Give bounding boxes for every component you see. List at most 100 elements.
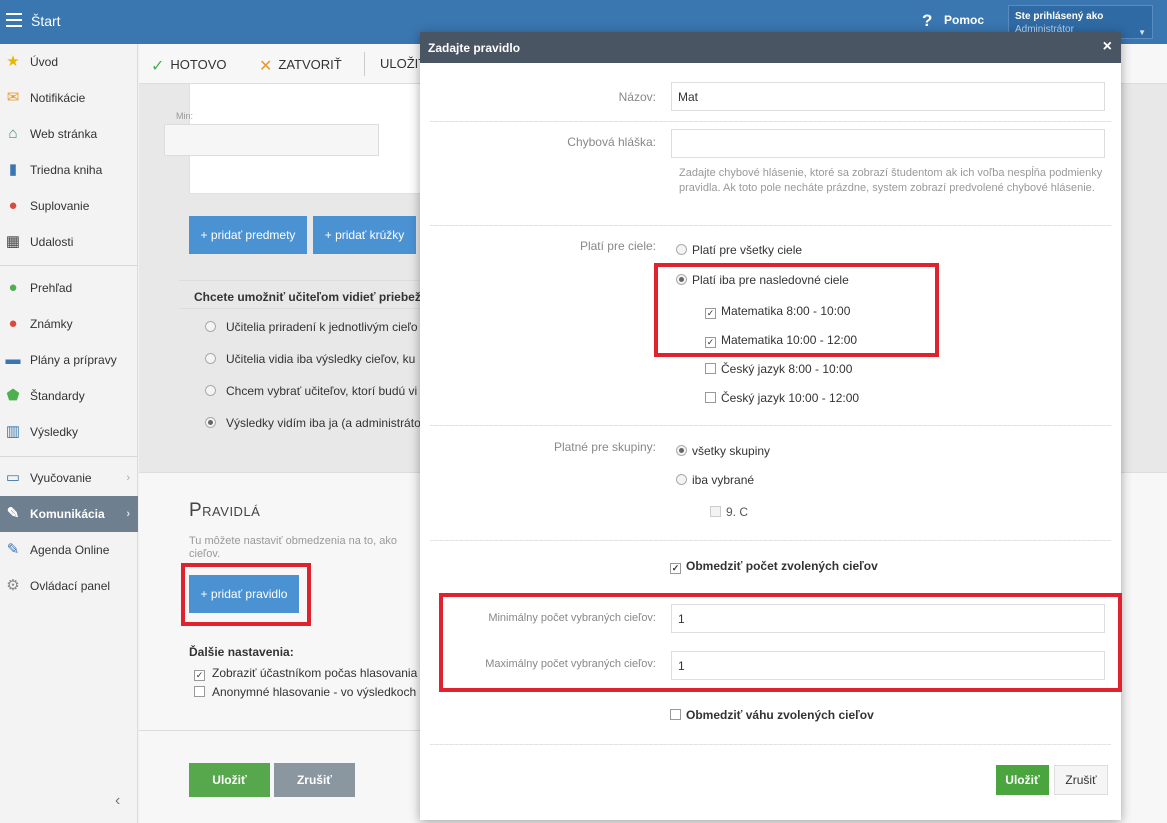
option-label: 9. C	[726, 505, 749, 519]
chat-icon: ✎	[6, 505, 20, 522]
radio[interactable]	[205, 385, 216, 396]
divider	[430, 540, 1111, 541]
chevron-right-icon: ›	[126, 508, 130, 520]
sidebar-item-label: Agenda Online	[30, 543, 110, 557]
close-button[interactable]: ✕ ZATVORIŤ	[259, 56, 342, 76]
sidebar-item-label: Komunikácia	[30, 507, 105, 521]
sidebar-item-prehlad[interactable]: ● Prehľad	[0, 270, 138, 306]
sidebar-item-suplovanie[interactable]: ● Suplovanie	[0, 188, 138, 224]
sidebar-item-triedna-kniha[interactable]: ▮ Triedna kniha	[0, 152, 138, 188]
show-results-option[interactable]: ✓ Zobraziť účastníkom počas hlasovania	[194, 666, 417, 681]
sidebar-item-komunikacia[interactable]: ✎ Komunikácia ›	[0, 496, 138, 532]
radio[interactable]	[205, 321, 216, 332]
sidebar-item-label: Notifikácie	[30, 91, 86, 105]
radio[interactable]	[676, 474, 687, 485]
sidebar-item-label: Triedna kniha	[30, 163, 103, 177]
checkbox[interactable]	[670, 709, 681, 720]
menu-icon[interactable]	[6, 13, 22, 27]
collapse-sidebar-icon[interactable]: ‹	[115, 792, 120, 810]
star-icon: ★	[6, 53, 20, 70]
divider	[139, 730, 421, 731]
shield-icon: ⬟	[6, 387, 20, 404]
limit-count-option[interactable]: ✓ Obmedziť počet zvolených cieľov	[670, 559, 878, 574]
option-label: Obmedziť počet zvolených cieľov	[686, 559, 878, 573]
checkbox[interactable]	[194, 686, 205, 697]
checkbox[interactable]	[710, 506, 721, 517]
name-input[interactable]	[671, 82, 1105, 111]
group-item[interactable]: 9. C	[710, 505, 748, 519]
sidebar-item-notifikacie[interactable]: ✉ Notifikácie	[0, 80, 138, 116]
chevron-right-icon: ›	[126, 472, 130, 484]
sidebar-item-uvod[interactable]: ★ Úvod	[0, 44, 138, 80]
checkbox[interactable]	[705, 392, 716, 403]
done-label: HOTOVO	[170, 57, 227, 72]
min-label: Min:	[176, 111, 194, 121]
sidebar-item-vysledky[interactable]: ▥ Výsledky	[0, 414, 138, 450]
sidebar-item-label: Prehľad	[30, 281, 73, 295]
radio[interactable]	[205, 417, 216, 428]
highlight-box	[654, 263, 939, 357]
targets-label: Platí pre ciele:	[579, 239, 656, 253]
target-item[interactable]: Český jazyk 10:00 - 12:00	[705, 391, 859, 405]
group-all-option[interactable]: všetky skupiny	[676, 444, 770, 458]
sidebar-item-standardy[interactable]: ⬟ Štandardy	[0, 378, 138, 414]
rule-dialog: Zadajte pravidlo × Názov: Chybová hláška…	[420, 32, 1121, 820]
sidebar-item-plany[interactable]: ▬ Plány a prípravy	[0, 342, 138, 378]
target-item[interactable]: Český jazyk 8:00 - 10:00	[705, 362, 852, 376]
rules-title: Pravidlá	[189, 500, 261, 521]
checkbox[interactable]	[705, 363, 716, 374]
visibility-option-3[interactable]: Chcem vybrať učiteľov, ktorí budú vi	[205, 384, 417, 398]
check-circle-icon: ●	[8, 279, 18, 296]
close-icon[interactable]: ×	[1103, 38, 1112, 56]
radio[interactable]	[205, 353, 216, 364]
sidebar-item-label: Výsledky	[30, 425, 79, 439]
min-input[interactable]	[164, 124, 379, 156]
book-open-icon: ▭	[5, 469, 21, 486]
home-icon: ⌂	[8, 125, 18, 142]
checkbox[interactable]: ✓	[194, 670, 205, 681]
add-subjects-button[interactable]: + pridať predmety	[189, 216, 307, 254]
dialog-cancel-button[interactable]: Zrušiť	[1054, 765, 1108, 795]
target-all-option[interactable]: Platí pre všetky ciele	[676, 243, 802, 257]
radio[interactable]	[676, 445, 687, 456]
start-link[interactable]: Štart	[31, 13, 61, 29]
main-cancel-button[interactable]: Zrušiť	[274, 763, 355, 797]
error-message-input[interactable]	[671, 129, 1105, 158]
name-label: Názov:	[618, 90, 656, 104]
radio[interactable]	[676, 244, 687, 255]
divider	[179, 308, 429, 309]
option-label: Výsledky vidím iba ja (a administráto	[226, 416, 421, 430]
limit-weight-option[interactable]: Obmedziť váhu zvolených cieľov	[670, 708, 874, 722]
done-button[interactable]: ✓ HOTOVO	[151, 56, 227, 76]
sidebar-item-label: Úvod	[30, 55, 59, 69]
sidebar-item-label: Vyučovanie	[30, 471, 92, 485]
chevron-down-icon: ▼	[1138, 28, 1146, 37]
visibility-option-2[interactable]: Učitelia vidia iba výsledky cieľov, ku	[205, 352, 415, 366]
anonymous-voting-option[interactable]: Anonymné hlasovanie - vo výsledkoch	[194, 685, 416, 699]
sidebar-item-web[interactable]: ⌂ Web stránka	[0, 116, 138, 152]
calendar-icon: ▦	[5, 233, 21, 250]
help-icon[interactable]: ?	[922, 11, 932, 31]
sidebar-item-vyucovanie[interactable]: ▭ Vyučovanie ›	[0, 460, 138, 496]
add-clubs-button[interactable]: + pridať krúžky	[313, 216, 416, 254]
grade-icon: ●	[8, 315, 18, 332]
group-selected-option[interactable]: iba vybrané	[676, 473, 754, 487]
sidebar-item-label: Plány a prípravy	[30, 353, 117, 367]
visibility-option-4[interactable]: Výsledky vidím iba ja (a administráto	[205, 416, 421, 430]
checkbox[interactable]: ✓	[670, 563, 681, 574]
main-save-button[interactable]: Uložiť	[189, 763, 270, 797]
sidebar-item-udalosti[interactable]: ▦ Udalosti	[0, 224, 138, 260]
close-label: ZATVORIŤ	[278, 57, 342, 72]
sidebar-item-ovladaci-panel[interactable]: ⚙ Ovládací panel	[0, 568, 138, 604]
sidebar-item-label: Suplovanie	[30, 199, 90, 213]
divider	[430, 225, 1111, 226]
sidebar-item-znamky[interactable]: ● Známky	[0, 306, 138, 342]
option-label: všetky skupiny	[692, 444, 771, 458]
sidebar-item-agenda-online[interactable]: ✎ Agenda Online	[0, 532, 138, 568]
highlight-box	[439, 593, 1122, 692]
dialog-save-button[interactable]: Uložiť	[996, 765, 1049, 795]
divider	[179, 280, 429, 281]
help-link[interactable]: Pomoc	[944, 13, 984, 27]
sidebar-item-label: Štandardy	[30, 389, 85, 403]
visibility-option-1[interactable]: Učitelia priradení k jednotlivým cieľo	[205, 320, 418, 334]
